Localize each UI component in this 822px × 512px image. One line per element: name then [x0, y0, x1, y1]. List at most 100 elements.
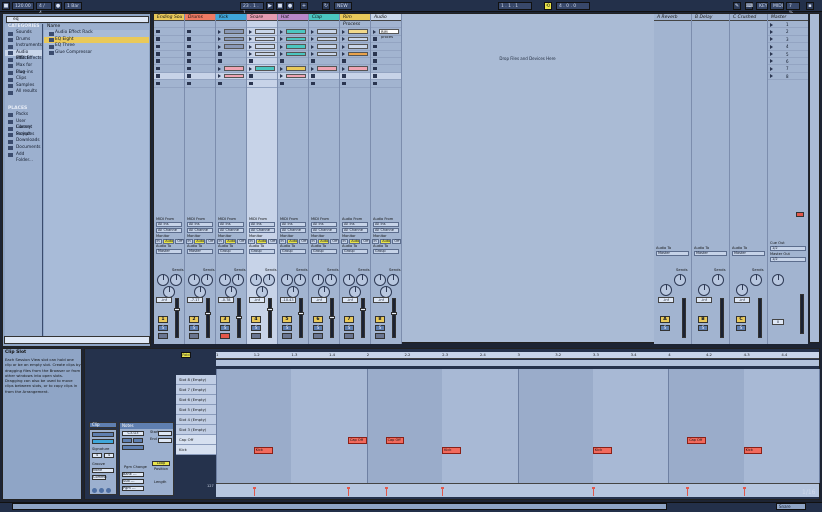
- clip-launch-icon[interactable]: [218, 66, 221, 71]
- category-item[interactable]: MIDI Effects: [5, 56, 42, 63]
- track-activator-button[interactable]: 3: [220, 316, 230, 323]
- solo-button[interactable]: S: [282, 325, 292, 331]
- clip-launch-icon[interactable]: [342, 37, 345, 42]
- input-channel-select[interactable]: All Channe: [280, 228, 306, 233]
- signature-numerator[interactable]: 4: [92, 453, 102, 458]
- browser-search-input[interactable]: eq: [6, 16, 149, 23]
- slot-stop-icon[interactable]: [373, 37, 377, 41]
- slot-stop-icon[interactable]: [342, 74, 346, 78]
- slot-stop-icon[interactable]: [187, 44, 191, 49]
- notes-icon[interactable]: [99, 488, 104, 493]
- loop-toggle[interactable]: Loop: [152, 461, 170, 466]
- slot-stop-icon[interactable]: [373, 52, 377, 56]
- midi-note[interactable]: Kick: [253, 446, 273, 454]
- track-activator-button[interactable]: 1: [158, 316, 168, 323]
- scene-launch[interactable]: 1: [768, 21, 808, 29]
- arm-button[interactable]: [220, 333, 230, 339]
- arm-button[interactable]: [344, 333, 354, 339]
- volume-field[interactable]: -inf: [249, 297, 265, 303]
- groove-select[interactable]: None: [92, 468, 114, 473]
- clip-slot[interactable]: [278, 80, 308, 88]
- velocity-marker[interactable]: [686, 487, 690, 496]
- slot-stop-icon[interactable]: [311, 81, 315, 86]
- slot-stop-icon[interactable]: [218, 81, 222, 86]
- slot-stop-icon[interactable]: [342, 81, 346, 86]
- send-b-knob[interactable]: [201, 274, 213, 286]
- slot-stop-icon[interactable]: [156, 29, 160, 34]
- input-channel-select[interactable]: All Channe: [249, 228, 275, 233]
- category-item[interactable]: Instruments: [5, 43, 42, 50]
- return-title[interactable]: A Reverb: [654, 14, 691, 21]
- slot-stop-icon[interactable]: [156, 81, 160, 86]
- signature-field[interactable]: 4 / 4: [36, 2, 52, 16]
- clip-slot[interactable]: [309, 80, 339, 88]
- velocity-marker[interactable]: [346, 487, 350, 496]
- computer-keyboard-icon[interactable]: ⌨: [745, 2, 753, 10]
- clip-slot[interactable]: [340, 43, 370, 51]
- input-channel-select[interactable]: All Channe: [218, 228, 244, 233]
- track-activator-button[interactable]: 6: [313, 316, 323, 323]
- clip[interactable]: [348, 51, 368, 56]
- clip-slot[interactable]: [185, 43, 215, 51]
- velocity-marker[interactable]: [252, 487, 256, 496]
- volume-fader[interactable]: [267, 308, 273, 311]
- sub-field[interactable]: Sub ---: [122, 479, 144, 484]
- volume-field[interactable]: -10.43: [280, 297, 296, 303]
- input-channel-select[interactable]: All Channe: [342, 228, 368, 233]
- input-channel-select[interactable]: All Channe: [311, 228, 337, 233]
- send-a-knob[interactable]: [157, 274, 169, 286]
- return-activator-button[interactable]: A: [660, 316, 670, 323]
- clip-slot[interactable]: [247, 72, 277, 81]
- master-pan-knob[interactable]: [772, 274, 784, 286]
- track-title[interactable]: Kick: [216, 14, 246, 21]
- solo-button[interactable]: S: [220, 325, 230, 331]
- drum-lane-label[interactable]: Kick: [176, 445, 216, 455]
- clip-launch-icon[interactable]: [249, 66, 252, 71]
- slot-stop-icon[interactable]: [218, 59, 222, 63]
- scene-launch[interactable]: 5: [768, 51, 808, 58]
- clip-launch-icon[interactable]: [218, 37, 221, 42]
- slot-stop-icon[interactable]: [156, 74, 160, 78]
- clip[interactable]: [286, 73, 306, 79]
- clip-slot[interactable]: [340, 65, 370, 73]
- place-item[interactable]: Current Project: [5, 125, 42, 137]
- midi-note[interactable]: Kick: [592, 446, 612, 454]
- monitor-off-button[interactable]: Off: [175, 239, 184, 244]
- clip-slot[interactable]: [216, 72, 246, 81]
- clip-slot[interactable]: [309, 58, 339, 66]
- overdub-icon[interactable]: +: [300, 2, 308, 10]
- scene-launch-icon[interactable]: [770, 66, 773, 71]
- clip-slot[interactable]: [216, 65, 246, 73]
- clip-slot[interactable]: [278, 43, 308, 51]
- category-item[interactable]: All results: [5, 89, 42, 96]
- clip[interactable]: [317, 66, 337, 71]
- clip-slot[interactable]: [216, 51, 246, 58]
- solo-button[interactable]: S: [189, 325, 199, 331]
- velocity-marker[interactable]: [441, 487, 445, 496]
- end-field[interactable]: [158, 438, 172, 443]
- arm-button[interactable]: [282, 333, 292, 339]
- output-type-select[interactable]: Group: [218, 249, 244, 254]
- solo-button[interactable]: S: [158, 325, 168, 331]
- clip-slot[interactable]: [154, 80, 184, 88]
- slot-stop-icon[interactable]: [342, 59, 346, 63]
- place-item[interactable]: Packs: [5, 112, 42, 119]
- output-type-select[interactable]: Group: [249, 249, 275, 254]
- stop-all-clips-icon[interactable]: [796, 212, 804, 217]
- slot-stop-icon[interactable]: [156, 52, 160, 56]
- track-title[interactable]: Hat: [278, 14, 308, 21]
- clip-slot[interactable]: [185, 72, 215, 81]
- clip-launch-icon[interactable]: [280, 52, 283, 57]
- velocity-marker[interactable]: [742, 487, 746, 496]
- loop-brace[interactable]: [216, 360, 819, 366]
- clip[interactable]: [286, 66, 306, 71]
- output-type-select[interactable]: Group: [280, 249, 306, 254]
- solo-button[interactable]: S: [313, 325, 323, 331]
- place-item[interactable]: Downloads: [5, 138, 42, 145]
- clip-slot[interactable]: [154, 28, 184, 36]
- browser-file-item[interactable]: Glue Compressor: [44, 50, 149, 57]
- return-output-select[interactable]: Master: [656, 251, 689, 256]
- clip-slot[interactable]: [371, 51, 401, 58]
- scene-launch-icon[interactable]: [770, 74, 773, 79]
- master-out-select[interactable]: 1/2: [770, 257, 806, 262]
